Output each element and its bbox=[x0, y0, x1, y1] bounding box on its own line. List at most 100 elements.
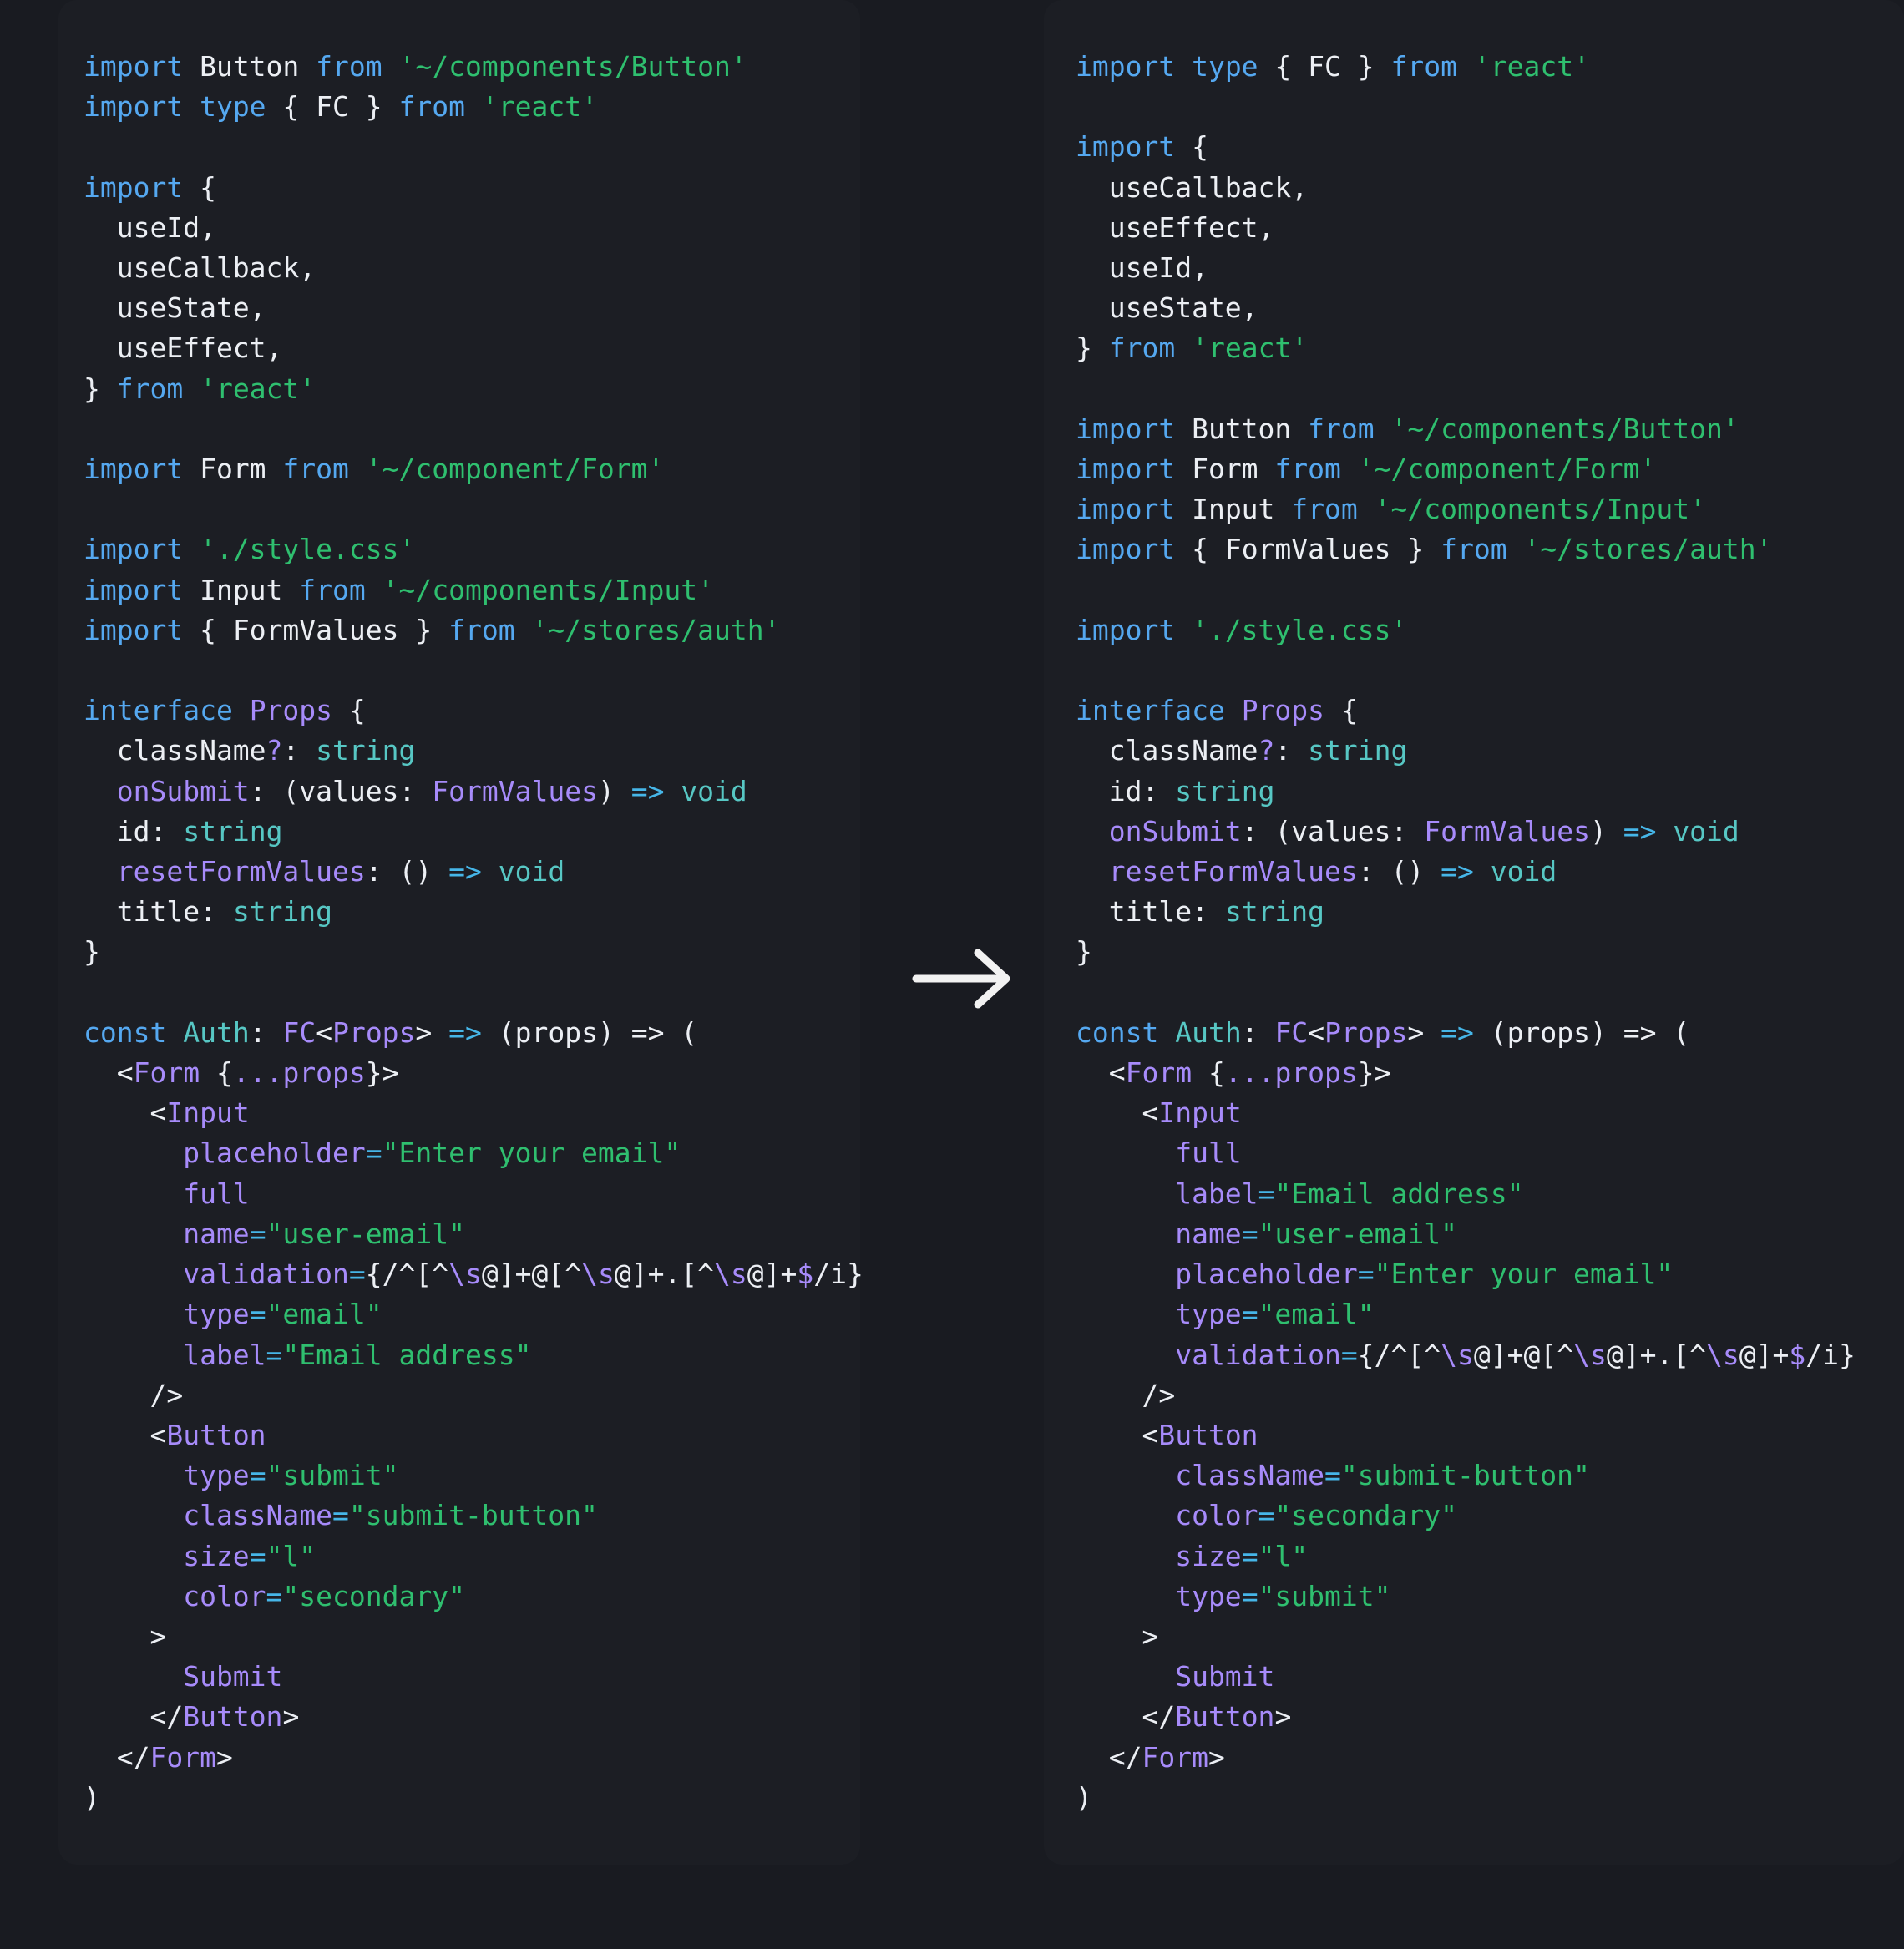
code-token: FormValues bbox=[1424, 814, 1590, 848]
code-line: label="Email address" bbox=[1076, 1174, 1871, 1214]
code-token: \s bbox=[1706, 1338, 1739, 1371]
code-token: { bbox=[200, 613, 233, 646]
code-line: label="Email address" bbox=[84, 1335, 827, 1375]
code-token: : bbox=[149, 814, 184, 848]
code-token: from bbox=[266, 453, 366, 486]
code-token: className bbox=[1076, 1459, 1325, 1492]
code-token: /> bbox=[84, 1378, 184, 1411]
code-token: void bbox=[498, 855, 565, 888]
code-token: } bbox=[1390, 533, 1441, 566]
code-token: > bbox=[84, 1619, 167, 1653]
code-token: className bbox=[84, 1499, 333, 1532]
code-token: \s bbox=[714, 1258, 747, 1291]
code-token: useEffect, bbox=[1076, 210, 1275, 244]
code-token: "Enter your email" bbox=[1374, 1258, 1674, 1291]
code-token: > bbox=[1407, 1015, 1441, 1049]
code-line: className?: string bbox=[84, 731, 827, 771]
code-token: '~/component/Form' bbox=[1357, 453, 1657, 486]
code-line: type="submit" bbox=[1076, 1577, 1871, 1617]
code-token: } bbox=[1340, 50, 1391, 83]
code-token: import bbox=[1076, 533, 1193, 566]
code-token: "submit-button" bbox=[348, 1499, 598, 1532]
code-token: useState, bbox=[84, 291, 266, 325]
code-line: import { FormValues } from '~/stores/aut… bbox=[1076, 529, 1871, 570]
code-line: /> bbox=[84, 1375, 827, 1415]
code-token: from bbox=[116, 372, 200, 405]
code-token: : bbox=[249, 1015, 283, 1049]
code-token: Form bbox=[149, 1740, 216, 1774]
code-token: = bbox=[249, 1459, 266, 1492]
code-token: ...props bbox=[1224, 1056, 1358, 1090]
comparison-stage: import Button from '~/components/Button'… bbox=[0, 0, 1904, 1949]
code-token: name bbox=[84, 1217, 250, 1250]
code-token: type bbox=[84, 1459, 250, 1492]
code-token: from bbox=[282, 573, 382, 606]
code-token: () bbox=[1390, 855, 1441, 888]
code-token: $ bbox=[797, 1258, 814, 1291]
code-token: size bbox=[84, 1539, 250, 1572]
code-line: </Form> bbox=[84, 1738, 827, 1778]
code-token: full bbox=[1076, 1136, 1242, 1170]
code-line: className?: string bbox=[1076, 731, 1871, 771]
code-token: { bbox=[1192, 533, 1225, 566]
code-line: placeholder="Enter your email" bbox=[1076, 1254, 1871, 1294]
code-line: const Auth: FC<Props> => (props) => ( bbox=[1076, 1013, 1871, 1053]
code-token: = bbox=[1258, 1499, 1275, 1532]
code-token: import bbox=[84, 170, 200, 204]
code-line: ) bbox=[1076, 1778, 1871, 1818]
code-token: : bbox=[200, 895, 233, 929]
code-line: type="submit" bbox=[84, 1455, 827, 1496]
code-token: : bbox=[1357, 855, 1391, 888]
code-line: import Form from '~/component/Form' bbox=[84, 449, 827, 489]
code-token: Input bbox=[1192, 493, 1275, 526]
code-token: { bbox=[1192, 1056, 1225, 1090]
code-line: size="l" bbox=[1076, 1536, 1871, 1577]
code-token: from bbox=[299, 50, 399, 83]
code-line: Submit bbox=[1076, 1657, 1871, 1697]
code-token: Props bbox=[249, 694, 333, 727]
code-token: ) bbox=[84, 1780, 100, 1814]
code-token: "Enter your email" bbox=[382, 1136, 681, 1170]
code-token: \s bbox=[1573, 1338, 1607, 1371]
code-token: string bbox=[1308, 734, 1408, 767]
code-token: () bbox=[398, 855, 449, 888]
code-token: Button bbox=[183, 1700, 283, 1734]
code-token: { bbox=[1324, 694, 1358, 727]
code-token: Form bbox=[1142, 1740, 1208, 1774]
code-token: = bbox=[1324, 1459, 1341, 1492]
code-token: FC bbox=[1274, 1015, 1309, 1049]
code-token: const bbox=[1076, 1015, 1176, 1049]
code-token: : bbox=[1241, 814, 1275, 848]
code-token: interface bbox=[84, 694, 250, 727]
code-token: className bbox=[84, 734, 266, 767]
code-token: from bbox=[1291, 412, 1391, 445]
code-token: </ bbox=[84, 1700, 184, 1734]
code-token: ? bbox=[1258, 734, 1275, 767]
code-token: '~/components/Button' bbox=[1390, 412, 1739, 445]
code-token: type bbox=[1076, 1298, 1242, 1331]
code-token: "secondary" bbox=[282, 1579, 465, 1612]
code-token: validation bbox=[84, 1258, 349, 1291]
code-token: from bbox=[398, 90, 482, 124]
code-token: from bbox=[448, 613, 532, 646]
code-token: size bbox=[1076, 1539, 1242, 1572]
code-line: </Button> bbox=[84, 1697, 827, 1737]
code-token: } bbox=[1076, 332, 1109, 365]
code-token: useCallback, bbox=[84, 251, 316, 285]
code-token: FC bbox=[1308, 50, 1341, 83]
code-line: const Auth: FC<Props> => (props) => ( bbox=[84, 1013, 827, 1053]
code-token: < bbox=[316, 1015, 333, 1049]
code-token: import bbox=[84, 453, 200, 486]
code-token: => bbox=[448, 1015, 499, 1049]
code-token: > bbox=[1274, 1700, 1292, 1734]
code-token: type bbox=[84, 1298, 250, 1331]
code-token: /i} bbox=[813, 1258, 863, 1291]
code-token: onSubmit bbox=[1076, 814, 1242, 848]
code-token: = bbox=[1241, 1217, 1258, 1250]
code-token: title bbox=[84, 895, 200, 929]
code-token: string bbox=[1224, 895, 1325, 929]
code-token: > bbox=[1208, 1740, 1225, 1774]
